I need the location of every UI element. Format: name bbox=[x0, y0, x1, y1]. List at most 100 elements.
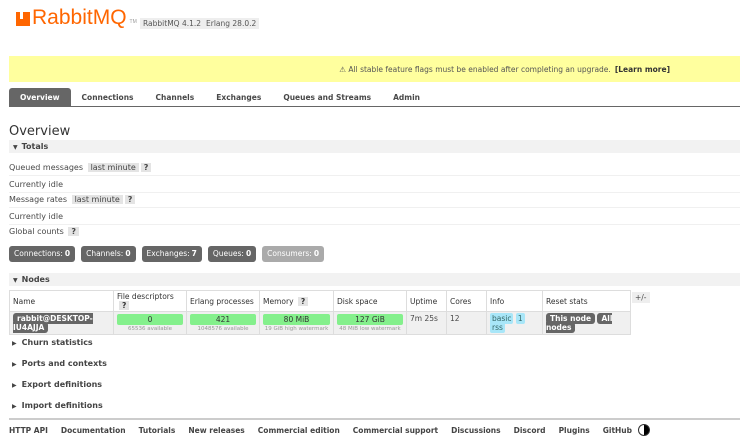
nodes-section-toggle[interactable]: ▼ Nodes bbox=[9, 273, 740, 286]
logo-tm: TM bbox=[129, 19, 137, 25]
fd-value: 0 bbox=[117, 314, 183, 325]
cell-name: rabbit@DESKTOP-IU4AJJA bbox=[9, 311, 114, 335]
section-label: Ports and contexts bbox=[21, 359, 107, 368]
totals-section-toggle[interactable]: ▼ Totals bbox=[9, 140, 740, 153]
erlang-badge: Erlang 28.0.2 bbox=[203, 18, 260, 29]
theme-toggle-icon[interactable] bbox=[638, 424, 651, 436]
node-link[interactable]: rabbit@DESKTOP-IU4AJJA bbox=[13, 313, 93, 333]
main-tabs: Overview Connections Channels Exchanges … bbox=[9, 88, 740, 107]
chevron-right-icon: ▶ bbox=[12, 382, 17, 389]
chevron-down-icon: ▼ bbox=[13, 277, 18, 284]
count-value: 7 bbox=[191, 249, 197, 258]
count-label: Exchanges: bbox=[146, 249, 190, 258]
churn-statistics-toggle[interactable]: ▶ Churn statistics bbox=[12, 338, 93, 347]
col-fd: File descriptors ? bbox=[113, 290, 187, 312]
proc-sub: 1048576 available bbox=[197, 326, 249, 332]
cell-fd: 0 65536 available bbox=[113, 311, 187, 335]
help-icon[interactable]: ? bbox=[297, 296, 309, 306]
footer-link-documentation[interactable]: Documentation bbox=[61, 426, 126, 435]
footer-link-commercial-support[interactable]: Commercial support bbox=[353, 426, 438, 435]
count-value: 0 bbox=[125, 249, 131, 258]
totals-title: Totals bbox=[21, 142, 49, 151]
import-definitions-toggle[interactable]: ▶ Import definitions bbox=[12, 401, 103, 410]
message-rates-row: Message rates last minute? bbox=[9, 193, 740, 208]
footer-link-http-api[interactable]: HTTP API bbox=[9, 426, 48, 435]
info-1: 1 bbox=[515, 313, 525, 324]
memory-sub: 19 GiB high watermark bbox=[264, 326, 329, 332]
info-rss: rss bbox=[490, 322, 505, 333]
idle-text: Currently idle bbox=[9, 212, 63, 221]
queued-range-select[interactable]: last minute bbox=[87, 163, 139, 172]
chevron-right-icon: ▶ bbox=[12, 340, 17, 347]
count-label: Connections: bbox=[14, 249, 63, 258]
col-name: Name bbox=[9, 290, 114, 312]
exchanges-count[interactable]: Exchanges: 7 bbox=[141, 246, 202, 262]
col-uptime: Uptime bbox=[406, 290, 447, 312]
logo-text: RabbitMQ bbox=[32, 6, 127, 29]
footer: HTTP API Documentation Tutorials New rel… bbox=[9, 418, 740, 440]
tab-exchanges[interactable]: Exchanges bbox=[205, 88, 272, 106]
tab-connections[interactable]: Connections bbox=[71, 88, 145, 106]
cell-proc: 421 1048576 available bbox=[186, 311, 260, 335]
global-label: Global counts bbox=[9, 227, 64, 236]
rabbitmq-logo: RabbitMQ TM bbox=[16, 6, 137, 30]
queued-label: Queued messages bbox=[9, 163, 84, 172]
help-icon[interactable]: ? bbox=[119, 301, 130, 310]
col-label: Memory bbox=[263, 296, 294, 306]
footer-link-plugins[interactable]: Plugins bbox=[559, 426, 590, 435]
help-icon[interactable]: ? bbox=[68, 227, 79, 236]
version-badge: RabbitMQ 4.1.2 bbox=[140, 18, 205, 29]
memory-value: 80 MiB bbox=[263, 314, 330, 325]
count-label: Consumers: bbox=[267, 249, 312, 258]
help-icon[interactable]: ? bbox=[140, 163, 152, 172]
export-definitions-toggle[interactable]: ▶ Export definitions bbox=[12, 380, 102, 389]
disk-value: 127 GiB bbox=[337, 314, 403, 325]
count-label: Channels: bbox=[86, 249, 124, 258]
section-label: Import definitions bbox=[21, 401, 103, 410]
col-info: Info bbox=[486, 290, 543, 312]
learn-more-link[interactable]: [Learn more] bbox=[615, 65, 670, 74]
col-memory: Memory ? bbox=[259, 290, 334, 312]
cell-memory: 80 MiB 19 GiB high watermark bbox=[259, 311, 334, 335]
chevron-right-icon: ▶ bbox=[12, 403, 17, 410]
tab-overview[interactable]: Overview bbox=[9, 88, 71, 106]
help-icon[interactable]: ? bbox=[124, 195, 136, 204]
footer-link-github[interactable]: GitHub bbox=[603, 426, 632, 435]
consumers-count[interactable]: Consumers: 0 bbox=[262, 246, 325, 262]
rabbit-logo-icon bbox=[16, 12, 30, 26]
section-label: Export definitions bbox=[21, 380, 103, 389]
idle-row: Currently idle bbox=[9, 178, 740, 193]
rates-range-select[interactable]: last minute bbox=[71, 195, 123, 204]
count-label: Queues: bbox=[212, 249, 244, 258]
footer-link-discord[interactable]: Discord bbox=[514, 426, 546, 435]
tab-channels[interactable]: Channels bbox=[145, 88, 206, 106]
proc-value: 421 bbox=[190, 314, 256, 325]
section-label: Churn statistics bbox=[21, 338, 93, 347]
queued-messages-row: Queued messages last minute? bbox=[9, 161, 740, 176]
channels-count[interactable]: Channels: 0 bbox=[81, 246, 136, 262]
tab-queues[interactable]: Queues and Streams bbox=[272, 88, 382, 106]
global-counts: Connections: 0 Channels: 0 Exchanges: 7 Que… bbox=[9, 246, 325, 262]
feature-flag-banner: ⚠ All stable feature flags must be enabl… bbox=[9, 56, 740, 82]
footer-link-discussions[interactable]: Discussions bbox=[451, 426, 501, 435]
connections-count[interactable]: Connections: 0 bbox=[9, 246, 76, 262]
cell-info: basic 1 rss bbox=[486, 311, 543, 335]
footer-link-commercial-edition[interactable]: Commercial edition bbox=[258, 426, 340, 435]
footer-link-tutorials[interactable]: Tutorials bbox=[139, 426, 176, 435]
count-value: 0 bbox=[313, 249, 320, 258]
nodes-title: Nodes bbox=[21, 275, 50, 284]
disk-sub: 48 MiB low watermark bbox=[339, 326, 401, 332]
col-reset: Reset stats bbox=[542, 290, 631, 312]
tab-admin[interactable]: Admin bbox=[382, 88, 431, 106]
col-label: File descriptors bbox=[117, 292, 174, 301]
idle-text: Currently idle bbox=[9, 180, 63, 189]
page-title: Overview bbox=[9, 124, 71, 139]
columns-toggle-button[interactable]: +/- bbox=[632, 292, 650, 303]
idle-row: Currently idle bbox=[9, 210, 740, 225]
footer-link-new-releases[interactable]: New releases bbox=[188, 426, 244, 435]
cell-reset: This node All nodes bbox=[542, 311, 631, 335]
queues-count[interactable]: Queues: 0 bbox=[207, 246, 257, 262]
rates-label: Message rates bbox=[9, 195, 68, 204]
ports-contexts-toggle[interactable]: ▶ Ports and contexts bbox=[12, 359, 107, 368]
col-cores: Cores bbox=[446, 290, 487, 312]
